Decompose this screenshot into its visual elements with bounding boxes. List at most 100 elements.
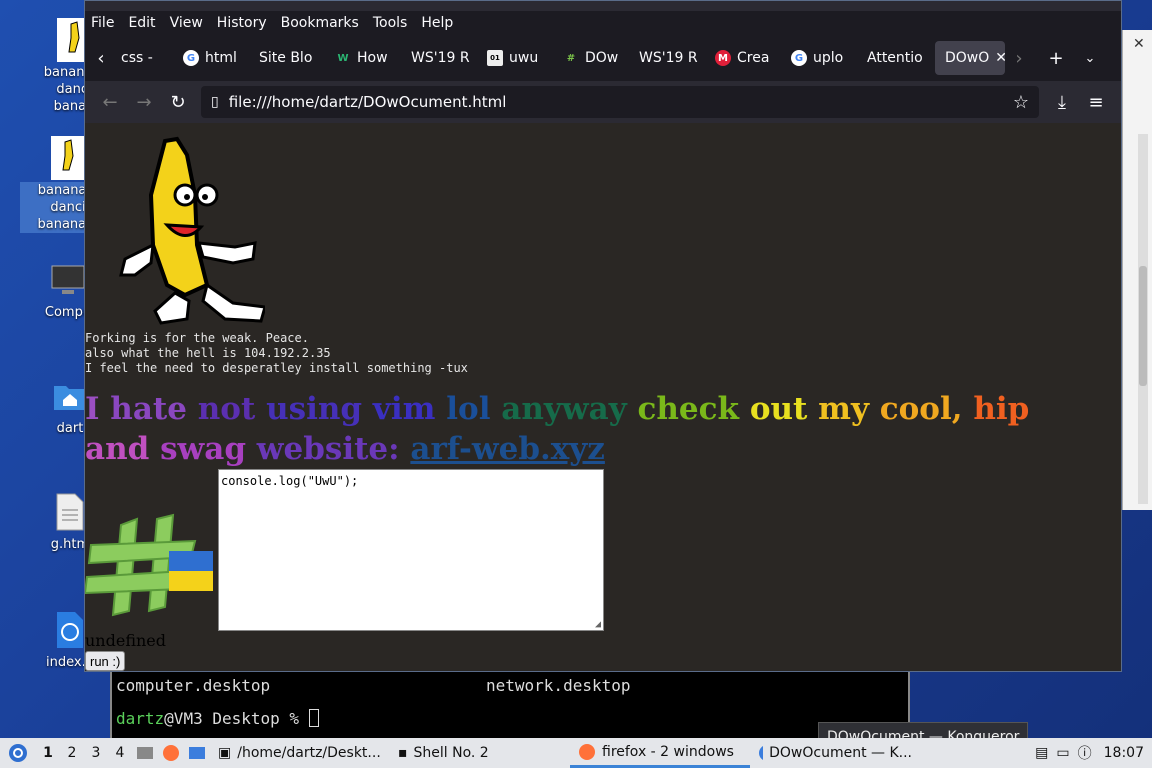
taskbar-item-file-manager[interactable]: ▣ /home/dartz/Deskt... xyxy=(210,738,390,768)
page-text-block: Forking is for the weak. Peace. also wha… xyxy=(85,331,468,376)
clipboard-icon[interactable]: ▤ xyxy=(1031,738,1052,768)
background-window: ✕ xyxy=(1122,30,1152,510)
workspace-1[interactable]: 1 xyxy=(36,745,60,761)
tab-label: css - xyxy=(121,50,153,66)
new-tab-icon[interactable]: + xyxy=(1039,43,1073,73)
menu-tools[interactable]: Tools xyxy=(373,15,408,31)
network-icon[interactable]: ▭ xyxy=(1052,738,1073,768)
tab-label: WS'19 R xyxy=(639,50,698,66)
tab[interactable]: M Crea xyxy=(705,41,781,75)
start-menu-icon[interactable] xyxy=(0,738,36,768)
workspace-2[interactable]: 2 xyxy=(60,745,84,761)
tab-label: WS'19 R xyxy=(411,50,470,66)
tab-label: DOwO xyxy=(945,50,990,66)
tab[interactable]: # DOw xyxy=(553,41,629,75)
menu-view[interactable]: View xyxy=(170,15,203,31)
rainbow-word: out xyxy=(749,391,819,427)
notification-icon[interactable]: ⓘ xyxy=(1074,738,1096,768)
tab[interactable]: Attentio xyxy=(857,41,935,75)
reload-icon[interactable]: ↻ xyxy=(161,87,195,117)
close-icon[interactable]: ✕ xyxy=(1133,36,1145,52)
tab-label: uwu xyxy=(509,50,539,66)
tab-label: How xyxy=(357,50,388,66)
back-arrow-icon[interactable]: ← xyxy=(93,87,127,117)
menu-history[interactable]: History xyxy=(217,15,267,31)
firefox-window[interactable]: File Edit View History Bookmarks Tools H… xyxy=(84,0,1122,672)
url-bar[interactable]: ▯ file:///home/dartz/DOwOcument.html ☆ xyxy=(201,86,1039,118)
terminal-prompt: dartz@VM3 Desktop % xyxy=(116,709,904,728)
konqueror-icon xyxy=(759,746,764,760)
tab-label: html xyxy=(205,50,237,66)
rainbow-word: check xyxy=(637,391,750,427)
tab-active[interactable]: DOwO ✕ xyxy=(935,41,1005,75)
taskbar-item-label: DOwOcument — K... xyxy=(769,745,912,761)
rainbow-word: not xyxy=(197,391,267,427)
tab-scroll-right-icon[interactable]: › xyxy=(1005,43,1033,73)
rainbow-word: website: xyxy=(256,431,411,467)
menu-edit[interactable]: Edit xyxy=(128,15,155,31)
window-titlebar[interactable] xyxy=(85,1,1121,11)
website-link[interactable]: arf-web.xyz xyxy=(410,431,605,467)
hash-logo-image xyxy=(85,513,213,617)
binary-icon: 01 xyxy=(487,50,503,66)
code-textarea[interactable]: console.log("UwU"); ◢ xyxy=(218,469,604,631)
tab[interactable]: css - xyxy=(111,41,173,75)
tab-close-icon[interactable]: ✕ xyxy=(995,50,1005,66)
workspace-4[interactable]: 4 xyxy=(108,745,132,761)
rainbow-word: I xyxy=(85,391,111,427)
file-icon: ▯ xyxy=(211,94,219,110)
rainbow-word: and xyxy=(85,431,161,467)
file-manager-launcher-icon[interactable] xyxy=(132,738,158,768)
output-text: undefined xyxy=(85,631,167,650)
resize-handle-icon[interactable]: ◢ xyxy=(595,619,601,630)
page-text-line: Forking is for the weak. Peace. xyxy=(85,331,309,345)
menu-file[interactable]: File xyxy=(91,15,114,31)
menu-bookmarks[interactable]: Bookmarks xyxy=(281,15,359,31)
tab[interactable]: Site Blo xyxy=(249,41,325,75)
dancing-banana-image xyxy=(119,136,265,325)
terminal-file: network.desktop xyxy=(486,676,631,695)
run-button[interactable]: run :) xyxy=(85,651,126,671)
taskbar-item-label: /home/dartz/Deskt... xyxy=(237,745,381,761)
hamburger-menu-icon[interactable]: ≡ xyxy=(1079,87,1113,117)
rainbow-word: anyway xyxy=(501,391,638,427)
scrollbar-thumb[interactable] xyxy=(1139,266,1147,386)
tab-scroll-left-icon[interactable]: ‹ xyxy=(91,43,111,73)
google-icon: G xyxy=(183,50,199,66)
google-icon: G xyxy=(791,50,807,66)
rainbow-word: vim xyxy=(372,391,447,427)
tab[interactable]: WS'19 R xyxy=(401,41,477,75)
menu-help[interactable]: Help xyxy=(421,15,453,31)
terminal-window[interactable]: computer.desktop network.desktop dartz@V… xyxy=(110,668,910,738)
taskbar-item-shell[interactable]: ▪ Shell No. 2 xyxy=(390,738,570,768)
url-text: file:///home/dartz/DOwOcument.html xyxy=(228,93,507,111)
tab[interactable]: 01 uwu xyxy=(477,41,553,75)
firefox-launcher-icon[interactable] xyxy=(158,738,184,768)
tab-label: Crea xyxy=(737,50,770,66)
text-editor-icon: ▣ xyxy=(218,745,232,761)
desktop-launcher-icon[interactable] xyxy=(184,738,210,768)
tab[interactable]: W How xyxy=(325,41,401,75)
taskbar-item-konqueror[interactable]: DOwOcument — K... xyxy=(750,738,920,768)
tab[interactable]: WS'19 R xyxy=(629,41,705,75)
downloads-icon[interactable]: ⤓ xyxy=(1045,87,1079,117)
workspace-3[interactable]: 3 xyxy=(84,745,108,761)
rainbow-heading: I hate not using vim lol anyway check ou… xyxy=(85,389,1085,469)
clock[interactable]: 18:07 xyxy=(1096,738,1152,768)
bookmark-star-icon[interactable]: ☆ xyxy=(1013,92,1029,113)
taskbar-item-label: Shell No. 2 xyxy=(413,745,489,761)
rainbow-word: my xyxy=(818,391,880,427)
page-text-line: also what the hell is 104.192.2.35 xyxy=(85,346,331,360)
list-tabs-chevron-icon[interactable]: ⌄ xyxy=(1073,43,1107,73)
tab[interactable]: Ghtml xyxy=(173,41,249,75)
rainbow-word: hip xyxy=(973,391,1030,427)
tab[interactable]: Guplo xyxy=(781,41,857,75)
firefox-icon xyxy=(579,743,595,760)
rainbow-word: hate xyxy=(110,391,198,427)
terminal-cursor xyxy=(308,709,319,727)
tab-label: Attentio xyxy=(867,50,923,66)
taskbar-item-firefox[interactable]: firefox - 2 windows xyxy=(570,738,750,768)
forward-arrow-icon[interactable]: → xyxy=(127,87,161,117)
tab-bar: ‹ css - Ghtml Site Blo W How WS'19 R 01 uw… xyxy=(85,35,1121,81)
terminal-icon: ▪ xyxy=(398,745,408,761)
